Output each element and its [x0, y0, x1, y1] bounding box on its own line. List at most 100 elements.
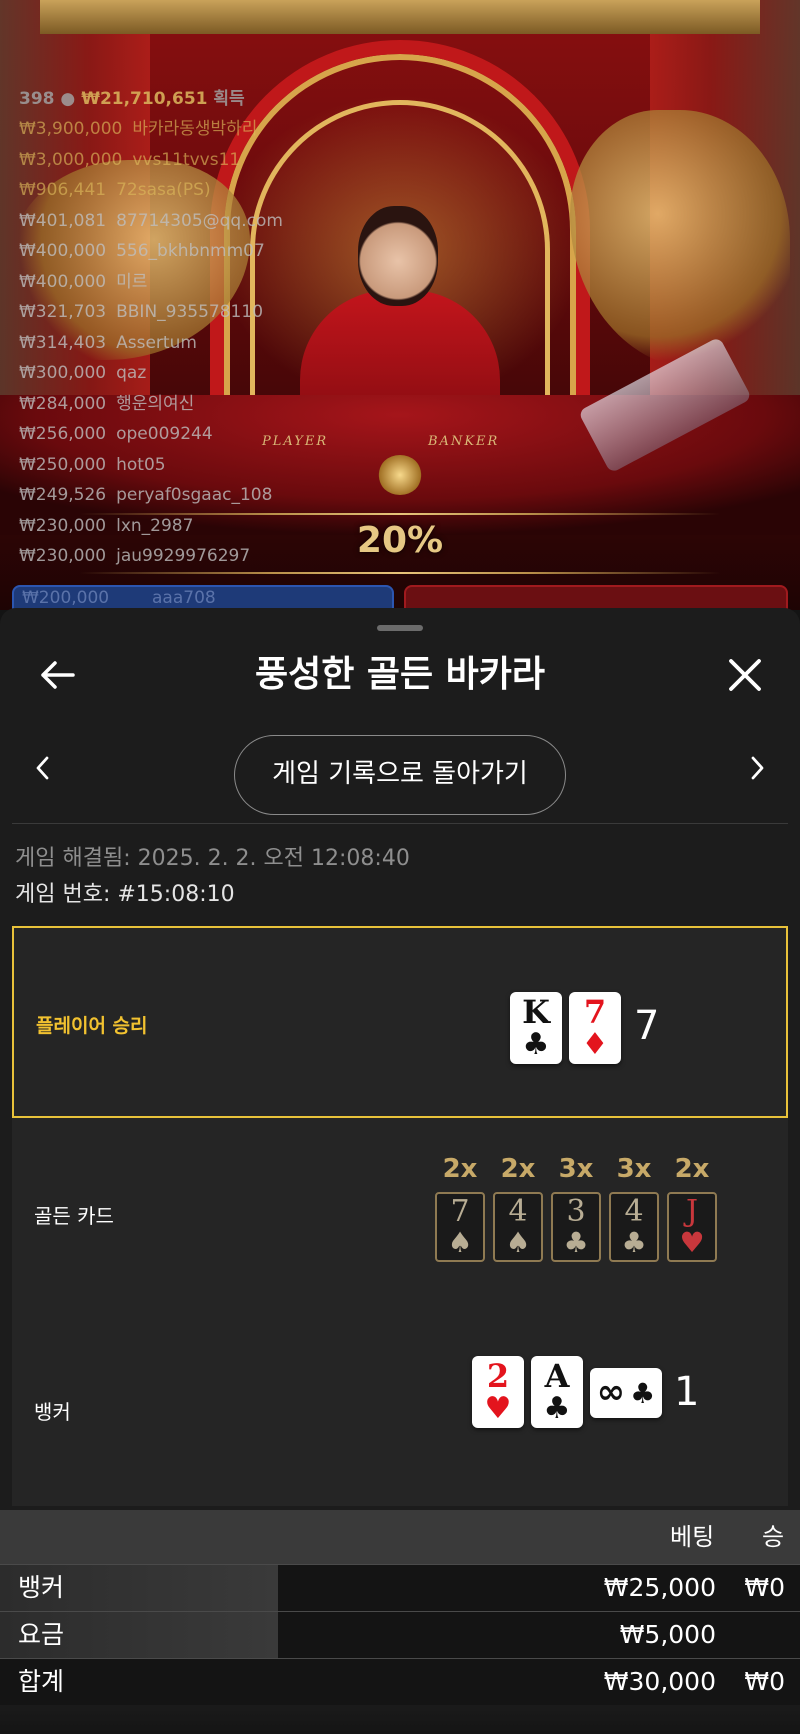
- card-rank: 4: [508, 1194, 528, 1229]
- winner-row-amount: ₩284,000: [19, 393, 107, 414]
- player-score: 7: [634, 1003, 660, 1049]
- win-column-header: 승: [762, 1523, 785, 1551]
- winner-row: ₩249,526 peryaf0sgaac_108: [19, 480, 439, 511]
- bet-row-name: 요금: [0, 1612, 278, 1658]
- winner-row-amount: ₩314,403: [19, 332, 107, 353]
- winner-row: ₩401,081 87714305@qq.com: [19, 206, 439, 237]
- header-divider: [12, 823, 788, 824]
- golden-card: 4 ♣: [609, 1192, 659, 1262]
- golden-cards-label: 골든 카드: [34, 1204, 114, 1228]
- bet-column-header: 베팅: [670, 1523, 715, 1551]
- bet-summary-table: 베팅 승 뱅커 ₩25,000 ₩0 요금 ₩5,000 합계 ₩30,000 …: [0, 1510, 800, 1705]
- club-suit-icon: ♣: [522, 1027, 550, 1062]
- close-button[interactable]: [720, 650, 770, 700]
- infinity-icon: ∞: [596, 1372, 626, 1412]
- banker-score: 1: [674, 1369, 700, 1415]
- golden-card: J ♥: [667, 1192, 717, 1262]
- card-rank: 3: [566, 1194, 586, 1229]
- winner-row: ₩314,403 Assertum: [19, 328, 439, 359]
- winner-row-name: 바카라동생박하리: [132, 119, 258, 139]
- winner-row: ₩300,000 qaz: [19, 358, 439, 389]
- banker-label: 뱅커: [34, 1400, 71, 1424]
- winners-header: 398 ● ₩21,710,651 획득: [19, 84, 439, 114]
- winner-row: ₩256,000 ope009244: [19, 419, 439, 450]
- winner-row: ₩250,000 hot05: [19, 450, 439, 481]
- back-to-history-button[interactable]: 게임 기록으로 돌아가기: [234, 735, 566, 815]
- golden-card: 3 ♣: [551, 1192, 601, 1262]
- chevron-right-icon: [751, 756, 764, 780]
- diamond-suit-icon: ♦: [581, 1027, 609, 1062]
- winner-row: ₩400,000 556_bkhbnmm07: [19, 236, 439, 267]
- heart-suit-icon: ♥: [679, 1226, 705, 1259]
- golden-card: 4 ♠: [493, 1192, 543, 1262]
- card-rank: A: [544, 1357, 570, 1395]
- winner-row-name: qaz: [116, 363, 147, 383]
- multiplier-line-bottom: [80, 572, 720, 574]
- winner-row-name: lxn_2987: [116, 515, 194, 536]
- winners-count: 398: [19, 89, 55, 109]
- golden-card: 7 ♠: [435, 1192, 485, 1262]
- winner-row-amount: ₩3,900,000: [19, 119, 123, 139]
- sheet-drag-handle[interactable]: [377, 625, 423, 631]
- banker-card-1: 2 ♥: [472, 1356, 524, 1428]
- spade-suit-icon: ♠: [505, 1226, 531, 1259]
- winner-row-name: ope009244: [116, 424, 213, 444]
- arrow-left-icon: [41, 661, 75, 689]
- winner-row-amount: ₩230,000: [19, 515, 107, 536]
- user-icon: ●: [60, 89, 82, 109]
- winner-row-name: hot05: [116, 454, 166, 475]
- bottom-fade-overlay: [0, 1698, 800, 1734]
- banker-bet-spot[interactable]: [404, 585, 788, 610]
- golden-dragon-right: [570, 110, 790, 370]
- winner-row-amount: ₩300,000: [19, 363, 107, 383]
- winner-row-name: 556_bkhbnmm07: [116, 241, 265, 261]
- next-game-button[interactable]: [740, 738, 776, 798]
- golden-multiplier: 3x: [616, 1154, 652, 1184]
- live-video-feed: PLAYER BANKER 20% ₩200,000 aaa708 398 ● …: [0, 0, 800, 610]
- previous-game-button[interactable]: [24, 738, 60, 798]
- bet-table-header: 베팅 승: [0, 1510, 800, 1564]
- winner-row-name: vvs11tvvs11: [132, 149, 241, 170]
- winner-row-amount: ₩321,703: [19, 302, 107, 322]
- heart-suit-icon: ♥: [484, 1391, 512, 1426]
- winner-row-amount: ₩249,526: [19, 485, 107, 505]
- winner-row-name: 미르: [116, 271, 148, 292]
- card-rank: 2: [486, 1357, 510, 1395]
- winners-total: ₩21,710,651: [81, 89, 208, 109]
- game-number: 게임 번호: #15:08:10: [15, 882, 235, 907]
- winner-row-name: peryaf0sgaac_108: [116, 485, 273, 505]
- winner-row-amount: ₩3,000,000: [19, 149, 123, 170]
- bet-row-win: ₩0: [744, 1573, 785, 1602]
- winner-row: ₩906,441 72sasa(PS): [19, 175, 439, 206]
- winner-row-name: Assertum: [116, 332, 197, 353]
- bet-row: 뱅커 ₩25,000 ₩0: [0, 1564, 800, 1611]
- sheet-title: 풍성한 골든 바카라: [254, 654, 546, 695]
- winners-list: 398 ● ₩21,710,651 획득 ₩3,900,000 바카라동생박하리 …: [19, 84, 439, 572]
- winner-row-amount: ₩250,000: [19, 454, 107, 475]
- winner-row: ₩3,900,000 바카라동생박하리: [19, 114, 439, 145]
- game-history-sheet: 풍성한 골든 바카라 게임 기록으로 돌아가기 게임 해결됨: 2025. 2.…: [0, 608, 800, 1734]
- bet-row-amount: ₩25,000: [603, 1573, 716, 1602]
- winner-row-name: 행운의여신: [116, 393, 195, 414]
- golden-multiplier: 2x: [442, 1154, 478, 1184]
- winner-row-name: BBIN_935578110: [116, 302, 264, 322]
- winner-row-name: 72sasa(PS): [116, 180, 211, 200]
- winner-row: ₩400,000 미르: [19, 267, 439, 298]
- banker-card-2: A ♣: [531, 1356, 583, 1428]
- winner-row-amount: ₩256,000: [19, 424, 107, 444]
- bet-row-name: 뱅커: [0, 1565, 278, 1611]
- close-icon: [729, 659, 761, 691]
- infinity-card: ∞ ♣: [590, 1368, 662, 1418]
- card-rank: K: [522, 993, 550, 1031]
- back-button[interactable]: [32, 650, 82, 700]
- banker-result-row: 뱅커 2 ♥ A ♣ ∞ ♣ 1: [12, 1308, 788, 1506]
- player-bet-spot[interactable]: ₩200,000 aaa708: [12, 585, 394, 610]
- player-result-row: 플레이어 승리 K ♣ 7 ♦ 7: [12, 926, 788, 1118]
- winner-row-name: 87714305@qq.com: [116, 210, 283, 231]
- golden-multiplier: 3x: [558, 1154, 594, 1184]
- winner-row: ₩230,000 lxn_2987: [19, 511, 439, 542]
- winner-row: ₩321,703 BBIN_935578110: [19, 297, 439, 328]
- card-rank: J: [685, 1194, 699, 1229]
- video-top-ornament: [40, 0, 760, 34]
- winners-suffix: 획득: [213, 89, 245, 109]
